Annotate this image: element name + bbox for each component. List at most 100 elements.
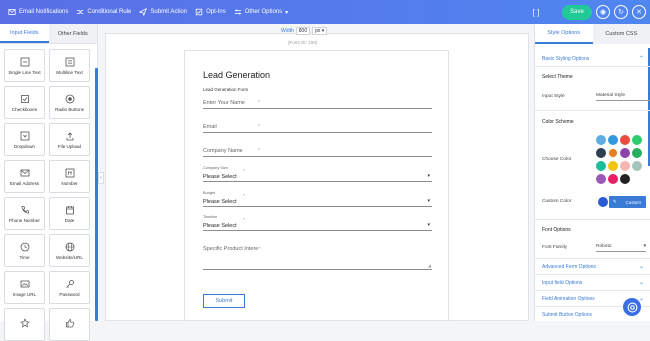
field-label: Phone Number	[9, 218, 40, 223]
fields-scrollbar[interactable]	[95, 68, 98, 321]
color-swatch[interactable]	[620, 135, 630, 145]
divider	[535, 274, 650, 275]
field-file-upload[interactable]: File Upload	[49, 123, 90, 156]
send-icon	[139, 8, 147, 16]
color-swatch[interactable]	[596, 135, 606, 145]
field-number[interactable]: Number	[49, 160, 90, 193]
field-label: Time	[19, 255, 29, 260]
field-animation-options-header[interactable]: Field Animation Options	[542, 296, 595, 302]
required-mark: *	[258, 99, 260, 104]
select-theme-heading: Select Theme	[542, 74, 573, 80]
calendar-icon	[65, 205, 75, 215]
field-time[interactable]: Time	[4, 234, 45, 267]
company-field[interactable]: Company Name *	[203, 147, 432, 157]
field-password[interactable]: Password	[49, 271, 90, 304]
field-image-url[interactable]: Image URL	[4, 271, 45, 304]
save-button[interactable]: Save	[562, 5, 592, 20]
chevron-up-icon[interactable]: ⌃	[639, 55, 644, 62]
color-swatch[interactable]	[596, 161, 606, 171]
budget-select[interactable]: Budget * Please Select ▾	[203, 197, 432, 207]
field-label: Multiline Text	[56, 70, 82, 75]
company-placeholder: Company Name	[203, 148, 243, 154]
timeline-select[interactable]: Timeline * Please Select ▾	[203, 221, 432, 231]
field-phone-number[interactable]: Phone Number	[4, 197, 45, 230]
help-bubble[interactable]	[623, 298, 641, 316]
field-checkboxes[interactable]: Checkboxes	[4, 86, 45, 119]
chevron-down-icon[interactable]: ⌄	[639, 295, 644, 302]
field-label: Dropdown	[14, 144, 35, 149]
email-notifications-button[interactable]: Email Notifications	[8, 8, 68, 16]
field-email-address[interactable]: Email Address	[4, 160, 45, 193]
preview-eye-icon[interactable]: ◉	[596, 5, 610, 19]
field-rating[interactable]	[4, 308, 45, 341]
tab-input-fields[interactable]: Input Fields	[0, 24, 49, 43]
opt-ins-button[interactable]: Opt-Ins	[195, 8, 226, 16]
field-multiline-text[interactable]: Multiline Text	[49, 49, 90, 82]
star-icon	[20, 318, 30, 328]
checkbox-icon	[195, 8, 203, 16]
basic-styling-header[interactable]: Basic Styling Options	[542, 56, 589, 62]
field-dropdown[interactable]: Dropdown	[4, 123, 45, 156]
field-single-line-text[interactable]: Single Line Text	[4, 49, 45, 82]
name-field[interactable]: Enter Your Name *	[203, 99, 432, 109]
input-style-select[interactable]: Material Style▾	[596, 91, 650, 101]
color-swatch[interactable]	[632, 148, 642, 158]
tab-custom-css[interactable]: Custom CSS	[593, 24, 650, 44]
color-swatch[interactable]	[608, 135, 618, 145]
field-radio-buttons[interactable]: Radio Buttons	[49, 86, 90, 119]
advanced-form-options-header[interactable]: Advanced Form Options	[542, 264, 596, 270]
field-website-url[interactable]: Website/URL	[49, 234, 90, 267]
submit-button[interactable]: Submit	[203, 294, 245, 308]
tab-other-fields[interactable]: Other Fields	[49, 24, 98, 43]
color-swatch[interactable]	[620, 161, 630, 171]
single-line-text-icon	[20, 57, 30, 67]
field-date[interactable]: Date	[49, 197, 90, 230]
color-swatch[interactable]	[596, 174, 606, 184]
tab-style-options[interactable]: Style Options	[535, 24, 593, 44]
opt-ins-label: Opt-Ins	[206, 9, 226, 15]
company-size-select[interactable]: Company Size * Please Select ▾	[203, 172, 432, 182]
form-preview: Lead Generation Lead Generation Form Ent…	[184, 50, 449, 321]
refresh-icon[interactable]: ↻	[614, 5, 628, 19]
required-mark: *	[259, 246, 261, 251]
close-icon[interactable]: ✕	[632, 5, 646, 19]
custom-color-preview	[598, 197, 608, 207]
color-swatch[interactable]	[608, 148, 618, 158]
timeline-label: Timeline	[203, 215, 217, 219]
font-family-select[interactable]: Roboto▾	[596, 242, 646, 252]
chevron-down-icon[interactable]: ⌄	[639, 279, 644, 286]
color-swatch[interactable]	[620, 174, 630, 184]
submit-button-options-header[interactable]: Submit Button Options	[542, 312, 592, 318]
fullscreen-icon[interactable]: [ ]	[528, 4, 544, 20]
color-swatch[interactable]	[596, 148, 606, 158]
width-unit-select[interactable]: px ▾	[312, 27, 327, 35]
conditional-rule-button[interactable]: Conditional Rule	[76, 8, 131, 16]
color-swatch[interactable]	[620, 148, 630, 158]
color-swatch[interactable]	[608, 161, 618, 171]
color-swatch[interactable]	[632, 161, 642, 171]
submit-action-button[interactable]: Submit Action	[139, 8, 187, 16]
custom-color-label: Custom Color	[542, 199, 571, 204]
form-id: (Form ID: 100)	[288, 40, 317, 45]
product-interest-textarea[interactable]: Specific Product Intere * ◢	[203, 246, 432, 270]
input-field-options-header[interactable]: Input field Options	[542, 280, 582, 286]
field-thumbs-up[interactable]	[49, 308, 90, 341]
chevron-down-icon[interactable]: ⌄	[639, 263, 644, 270]
font-family-label: Font Family	[542, 245, 567, 250]
color-swatch[interactable]	[608, 174, 618, 184]
product-interest-placeholder: Specific Product Intere	[203, 246, 258, 252]
phone-icon	[20, 205, 30, 215]
color-swatch[interactable]	[632, 135, 642, 145]
font-options-heading: Font Options	[542, 227, 571, 233]
width-input[interactable]: 800	[296, 27, 310, 35]
input-style-label: Input Style	[542, 94, 565, 99]
submit-action-label: Submit Action	[150, 9, 187, 15]
field-label: Radio Buttons	[55, 107, 84, 112]
other-options-dropdown[interactable]: Other Options ▾	[234, 8, 288, 16]
collapse-panel-handle[interactable]: ‹	[98, 172, 104, 184]
chevron-left-icon: ‹	[100, 175, 102, 181]
email-field[interactable]: Email *	[203, 123, 432, 133]
resize-handle-icon[interactable]: ◢	[428, 263, 431, 268]
custom-color-button[interactable]: ✎ Custom	[609, 196, 646, 208]
chevron-down-icon: ▾	[285, 9, 288, 16]
